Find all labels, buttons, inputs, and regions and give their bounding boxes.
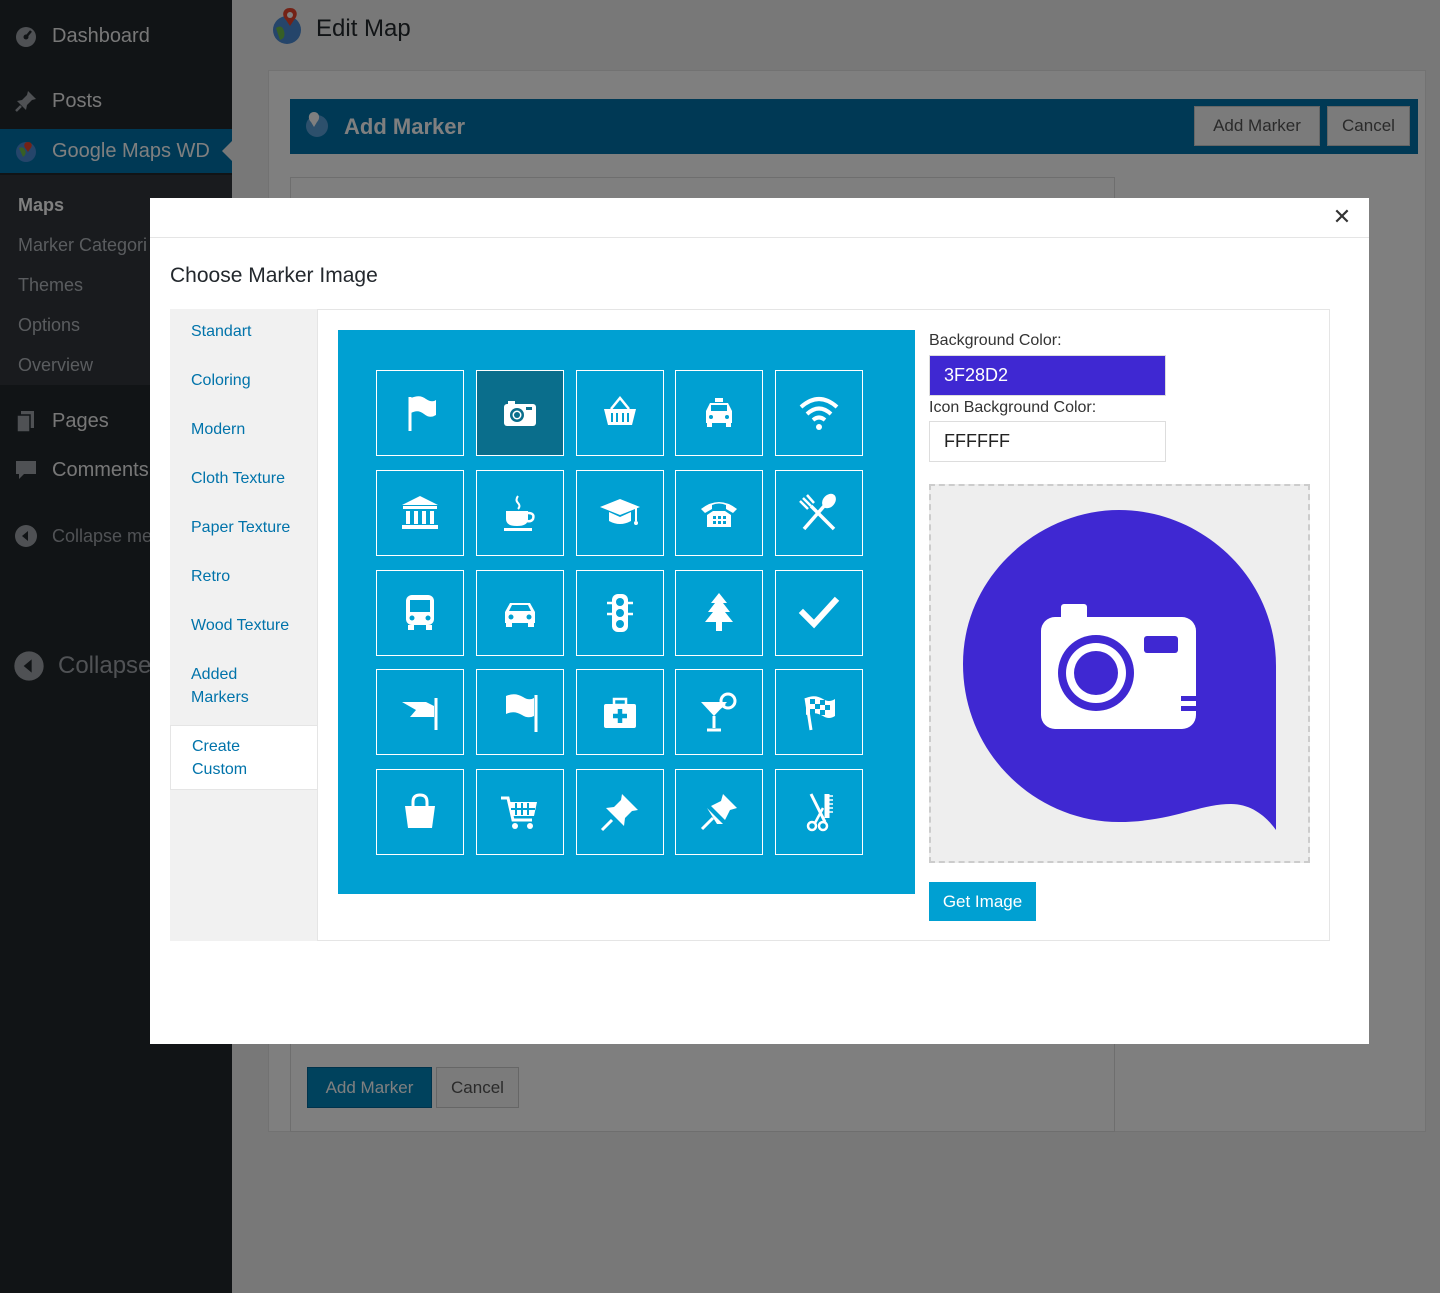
choose-marker-modal: ✕ Choose Marker Image Standart Coloring … <box>150 198 1369 1044</box>
icon-option-first-aid[interactable] <box>575 669 664 756</box>
icon-grid <box>338 330 915 894</box>
icon-option-taxi[interactable] <box>675 370 764 456</box>
icon-option-banner-flag[interactable] <box>376 669 464 756</box>
tab-modern[interactable]: Modern <box>170 418 318 441</box>
icon-option-coffee[interactable] <box>475 469 564 556</box>
tree-icon <box>705 592 734 631</box>
tab-wood-texture[interactable]: Wood Texture <box>170 614 318 637</box>
tab-coloring[interactable]: Coloring <box>170 369 318 392</box>
close-icon[interactable]: ✕ <box>1331 204 1353 229</box>
traffic-light-icon <box>606 593 633 632</box>
icon-option-flag[interactable] <box>376 370 464 456</box>
icon-option-cart[interactable] <box>475 769 564 855</box>
pin-star-icon <box>701 794 738 831</box>
create-custom-panel: Background Color: 3F28D2 Icon Background… <box>317 309 1330 941</box>
flag-icon <box>408 396 436 431</box>
shopping-bag-icon <box>405 793 435 828</box>
marker-preview-image <box>963 510 1276 830</box>
camera-icon <box>1041 604 1197 729</box>
basket-icon <box>603 396 636 425</box>
check-icon <box>798 596 840 628</box>
icon-option-camera[interactable] <box>475 370 564 456</box>
coffee-icon <box>503 495 535 531</box>
restaurant-icon <box>799 493 836 530</box>
tab-create-custom[interactable]: Create Custom <box>170 725 319 790</box>
bus-icon <box>406 594 434 630</box>
icon-option-tree[interactable] <box>675 569 764 656</box>
icon-option-phone[interactable] <box>675 469 764 556</box>
tab-standart[interactable]: Standart <box>170 320 318 343</box>
checkered-flag-icon <box>804 696 835 731</box>
taxi-icon <box>706 398 733 427</box>
pushpin-icon <box>600 794 638 832</box>
icon-option-wifi[interactable] <box>775 370 863 456</box>
modal-title: Choose Marker Image <box>170 264 378 287</box>
icon-option-check[interactable] <box>775 569 863 656</box>
waving-flag-icon <box>505 694 538 733</box>
tab-label: Create Custom <box>192 737 248 778</box>
icon-option-car[interactable] <box>475 569 564 656</box>
background-color-label: Background Color: <box>929 332 1062 349</box>
icon-option-graduation-cap[interactable] <box>575 469 664 556</box>
icon-option-bus[interactable] <box>376 569 464 656</box>
car-icon <box>504 602 535 627</box>
cart-icon <box>500 796 537 829</box>
icon-option-shopping-bag[interactable] <box>376 769 464 855</box>
tab-added-markers[interactable]: Added Markers <box>170 663 290 709</box>
icon-option-barber[interactable] <box>775 769 863 855</box>
icon-background-color-label: Icon Background Color: <box>929 399 1097 416</box>
wifi-icon <box>799 397 839 430</box>
barber-icon <box>806 793 833 832</box>
cocktail-icon <box>701 692 737 732</box>
phone-icon <box>701 501 738 527</box>
icon-option-cocktail[interactable] <box>675 669 764 756</box>
icon-option-bank[interactable] <box>376 469 464 556</box>
icon-option-pushpin[interactable] <box>575 769 664 855</box>
icon-option-traffic-light[interactable] <box>575 569 664 656</box>
icon-option-checkered-flag[interactable] <box>775 669 863 756</box>
tab-cloth-texture[interactable]: Cloth Texture <box>170 467 318 490</box>
first-aid-icon <box>603 698 636 729</box>
background-color-input[interactable]: 3F28D2 <box>929 355 1166 396</box>
banner-flag-icon <box>402 698 438 731</box>
camera-icon <box>503 401 536 426</box>
tab-retro[interactable]: Retro <box>170 565 318 588</box>
icon-background-color-input[interactable]: FFFFFF <box>929 421 1166 462</box>
icon-option-pin-star[interactable] <box>675 769 764 855</box>
marker-preview <box>929 484 1310 863</box>
modal-topbar: ✕ <box>150 198 1369 238</box>
icon-option-restaurant[interactable] <box>775 469 863 556</box>
icon-option-waving-flag[interactable] <box>475 669 564 756</box>
icon-option-basket[interactable] <box>575 370 664 456</box>
tab-paper-texture[interactable]: Paper Texture <box>170 516 318 539</box>
graduation-cap-icon <box>599 498 640 525</box>
bank-icon <box>402 495 438 529</box>
get-image-button[interactable]: Get Image <box>929 882 1036 921</box>
